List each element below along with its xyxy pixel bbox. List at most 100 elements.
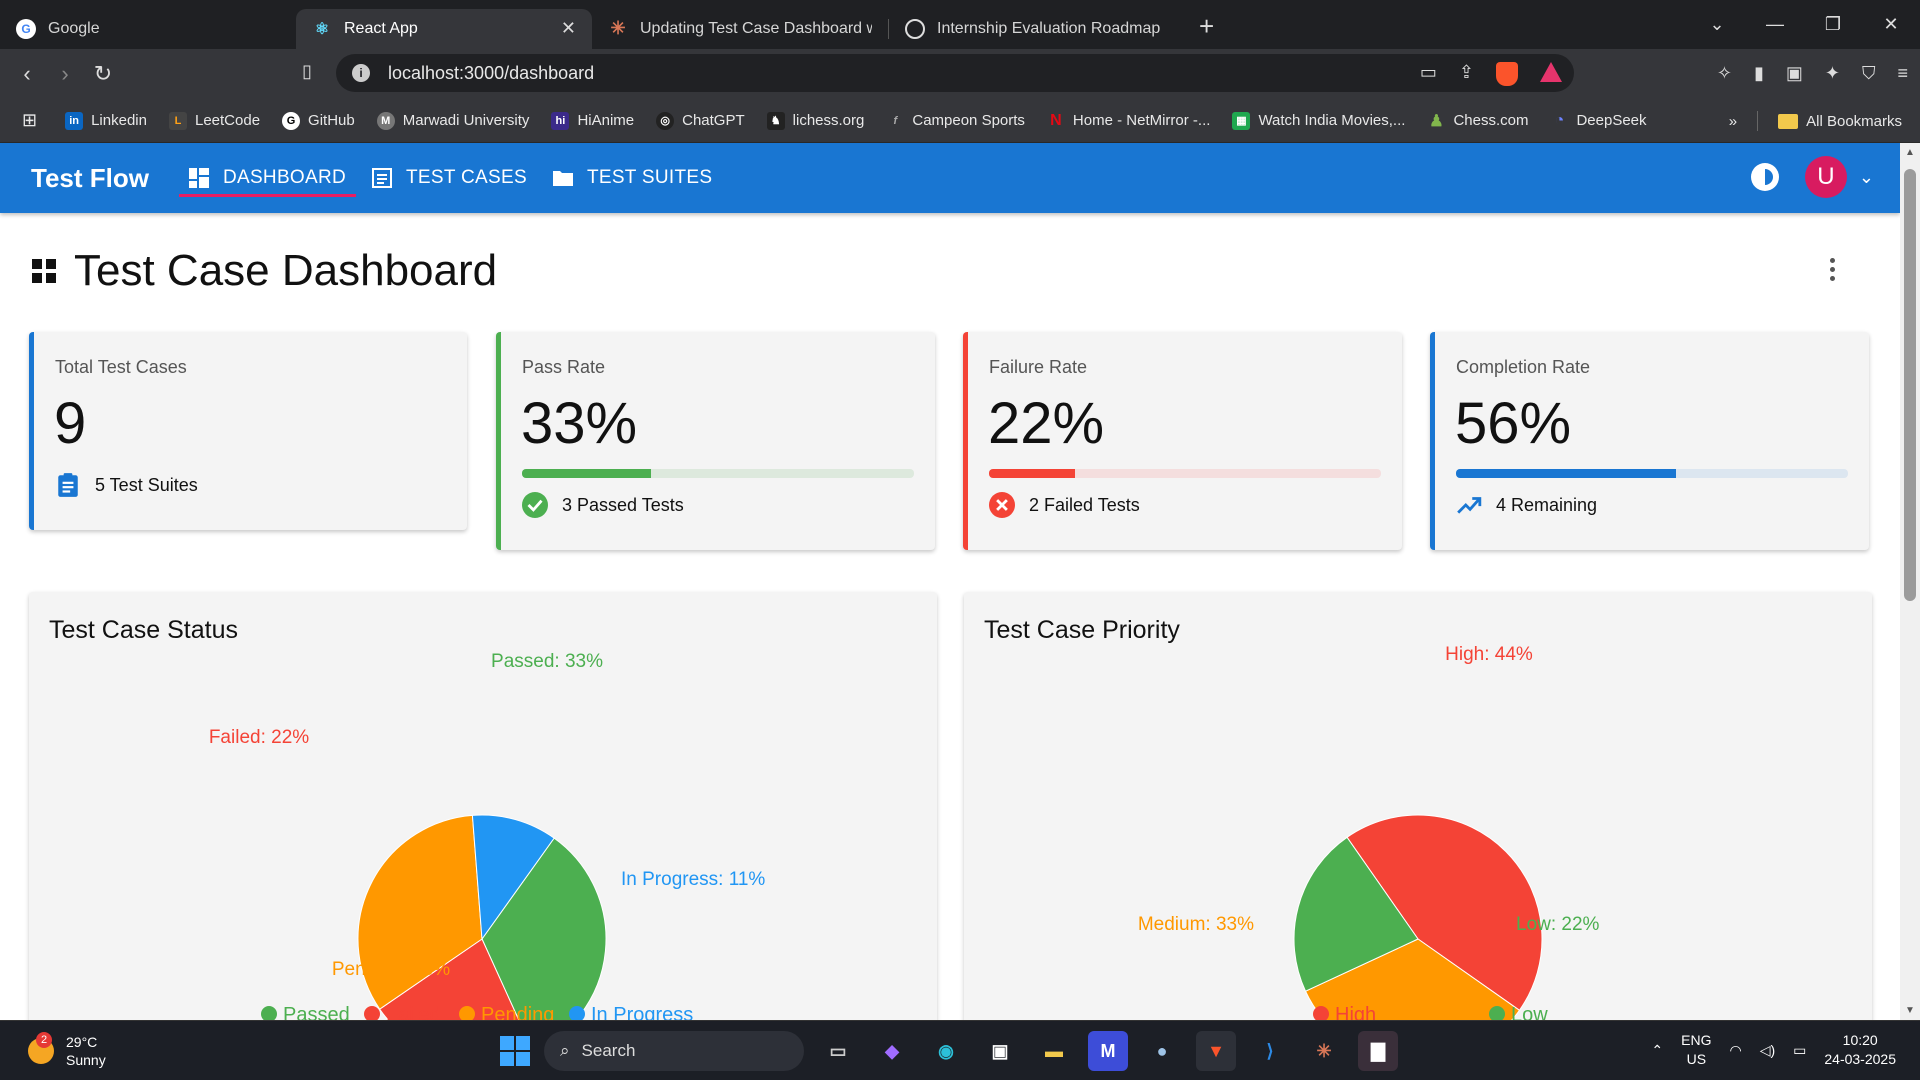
scrollbar-thumb[interactable]: [1904, 169, 1916, 601]
reload-icon[interactable]: ↻: [84, 61, 122, 87]
page-header: Test Case Dashboard: [32, 246, 497, 296]
battery-icon[interactable]: ▭: [1793, 1042, 1806, 1059]
tab-search-icon[interactable]: ⌄: [1688, 14, 1746, 35]
vscode-icon[interactable]: ⟩: [1250, 1031, 1290, 1071]
browser-tab-claude[interactable]: ✳ Updating Test Case Dashboard with: [592, 9, 888, 49]
vpn-icon[interactable]: ⛉: [1862, 63, 1876, 84]
clock[interactable]: 10:20 24-03-2025: [1824, 1031, 1896, 1069]
stat-footer-text: 4 Remaining: [1496, 494, 1598, 515]
browser-tab-react-app[interactable]: ⚛ React App ✕: [296, 8, 592, 49]
priority-chart-panel: Test Case Priority High: 44% Medium: 33% L…: [964, 592, 1872, 1042]
linkedin-icon: in: [65, 111, 84, 130]
folder-icon: [552, 171, 573, 186]
nav-tab-dashboard[interactable]: DASHBOARD: [178, 143, 357, 213]
store-icon[interactable]: ▣: [980, 1031, 1020, 1071]
bookmark-chess[interactable]: ♟ Chess.com: [1427, 112, 1528, 130]
stat-footer: 5 Test Suites: [55, 472, 198, 498]
all-bookmarks-button[interactable]: All Bookmarks: [1778, 113, 1902, 130]
chevron-up-icon[interactable]: ⌃: [1651, 1042, 1663, 1059]
new-tab-button[interactable]: +: [1199, 11, 1214, 42]
bookmark-marwadi[interactable]: M Marwadi University: [376, 111, 529, 130]
wallet-icon[interactable]: ▣: [1786, 63, 1803, 84]
menu-icon[interactable]: ≡: [1897, 63, 1908, 84]
browser-toolbar: ‹ › ↻ ▯ i localhost:3000/dashboard ▭ ⇪ ✧…: [0, 49, 1920, 99]
close-icon[interactable]: ✕: [561, 18, 576, 39]
editor-app-icon[interactable]: M: [1088, 1031, 1128, 1071]
bookmark-linkedin[interactable]: in Linkedin: [65, 111, 147, 130]
site-info-icon[interactable]: i: [352, 64, 370, 82]
edge-icon[interactable]: ◉: [926, 1031, 966, 1071]
movies-icon: ▦: [1232, 111, 1251, 130]
nav-tab-test-suites[interactable]: TEST SUITES: [543, 143, 722, 213]
system-tray: ⌃ ENG US ◠ ◁) ▭ 10:20 24-03-2025: [1651, 1031, 1896, 1069]
lichess-icon: ♞: [766, 111, 785, 130]
share-icon[interactable]: ⇪: [1459, 62, 1474, 86]
page-scrollbar[interactable]: ▲ ▼: [1900, 143, 1920, 1020]
stat-value: 33%: [521, 391, 638, 456]
bookmark-chatgpt[interactable]: ◎ ChatGPT: [656, 111, 745, 130]
progress-bar: [989, 469, 1381, 478]
chatgpt-icon: ◎: [656, 111, 675, 130]
claude-app-icon[interactable]: ✳: [1304, 1031, 1344, 1071]
forward-icon[interactable]: ›: [46, 61, 84, 87]
file-explorer-icon[interactable]: ▬: [1034, 1031, 1074, 1071]
chevron-down-icon[interactable]: ⌄: [1859, 167, 1874, 188]
restore-icon[interactable]: ❐: [1804, 14, 1862, 35]
progress-fill: [1456, 469, 1676, 478]
error-circle-icon: [989, 492, 1015, 518]
status-chart-panel: Test Case Status Passed: 33% Failed: 22% P…: [29, 592, 937, 1042]
scroll-up-icon[interactable]: ▲: [1904, 147, 1916, 158]
scroll-down-icon[interactable]: ▼: [1904, 1005, 1916, 1016]
notification-badge: 2: [36, 1032, 52, 1048]
extensions-icon[interactable]: ✧: [1717, 63, 1732, 84]
bookmark-lichess[interactable]: ♞ lichess.org: [766, 111, 864, 130]
brave-rewards-icon[interactable]: [1540, 62, 1562, 82]
weather-widget[interactable]: 2 29°C Sunny: [28, 1032, 106, 1069]
app-brand[interactable]: Test Flow: [31, 163, 149, 194]
audio-app-icon[interactable]: ▇: [1358, 1031, 1398, 1071]
progress-fill: [989, 469, 1076, 478]
sidebar-icon[interactable]: ▮: [1754, 63, 1764, 84]
stat-footer: 4 Remaining: [1456, 492, 1597, 518]
folder-icon: [1778, 114, 1799, 130]
stat-footer-text: 5 Test Suites: [95, 474, 198, 495]
task-view-icon[interactable]: ▭: [818, 1031, 858, 1071]
page-title: Test Case Dashboard: [74, 246, 498, 295]
leo-icon[interactable]: ✦: [1825, 63, 1840, 84]
bookmark-icon[interactable]: ▯: [288, 61, 326, 82]
window-close-icon[interactable]: ✕: [1862, 14, 1920, 35]
wifi-icon[interactable]: ◠: [1729, 1042, 1741, 1059]
avatar[interactable]: U: [1804, 156, 1847, 198]
more-bookmarks-icon[interactable]: »: [1729, 113, 1737, 130]
theme-toggle-icon[interactable]: [1750, 163, 1779, 191]
volume-icon[interactable]: ◁): [1760, 1042, 1775, 1059]
bookmark-hianime[interactable]: hi HiAnime: [551, 111, 634, 130]
bookmark-leetcode[interactable]: L LeetCode: [168, 111, 260, 130]
brave-browser-icon[interactable]: ▼: [1196, 1031, 1236, 1071]
bookmark-github[interactable]: G GitHub: [282, 111, 355, 130]
apps-grid-icon[interactable]: ⊞: [22, 110, 37, 131]
taskbar-search[interactable]: ⌕ Search: [544, 1031, 804, 1071]
bookmark-deepseek[interactable]: ◔ DeepSeek: [1550, 112, 1647, 130]
windows-start-icon[interactable]: [500, 1036, 530, 1066]
url-text: localhost:3000/dashboard: [388, 62, 595, 83]
nav-tab-test-cases[interactable]: TEST CASES: [362, 143, 537, 213]
steam-icon[interactable]: ●: [1142, 1031, 1182, 1071]
browser-tab-google[interactable]: G Google: [0, 9, 296, 49]
cast-icon[interactable]: ▭: [1420, 62, 1437, 86]
copilot-icon[interactable]: ◆: [872, 1031, 912, 1071]
brave-shields-icon[interactable]: [1496, 62, 1518, 86]
bookmarks-divider: [1757, 111, 1759, 131]
netflix-icon: N: [1050, 111, 1062, 129]
back-icon[interactable]: ‹: [8, 61, 46, 87]
more-options-icon[interactable]: [1830, 258, 1836, 285]
bookmark-campeon[interactable]: f Campeon Sports: [886, 112, 1025, 130]
slice-label: Passed: 33%: [491, 651, 603, 672]
browser-tab-internship[interactable]: Internship Evaluation Roadmap: [889, 9, 1185, 49]
minimize-icon[interactable]: —: [1746, 14, 1804, 35]
language-indicator[interactable]: ENG US: [1681, 1031, 1711, 1069]
stat-card-pass-rate: Pass Rate 33% 3 Passed Tests: [496, 332, 935, 550]
bookmark-netmirror[interactable]: N Home - NetMirror -...: [1047, 111, 1210, 130]
address-bar[interactable]: i localhost:3000/dashboard ▭ ⇪: [336, 54, 1574, 92]
bookmark-watch-india[interactable]: ▦ Watch India Movies,...: [1232, 111, 1405, 130]
